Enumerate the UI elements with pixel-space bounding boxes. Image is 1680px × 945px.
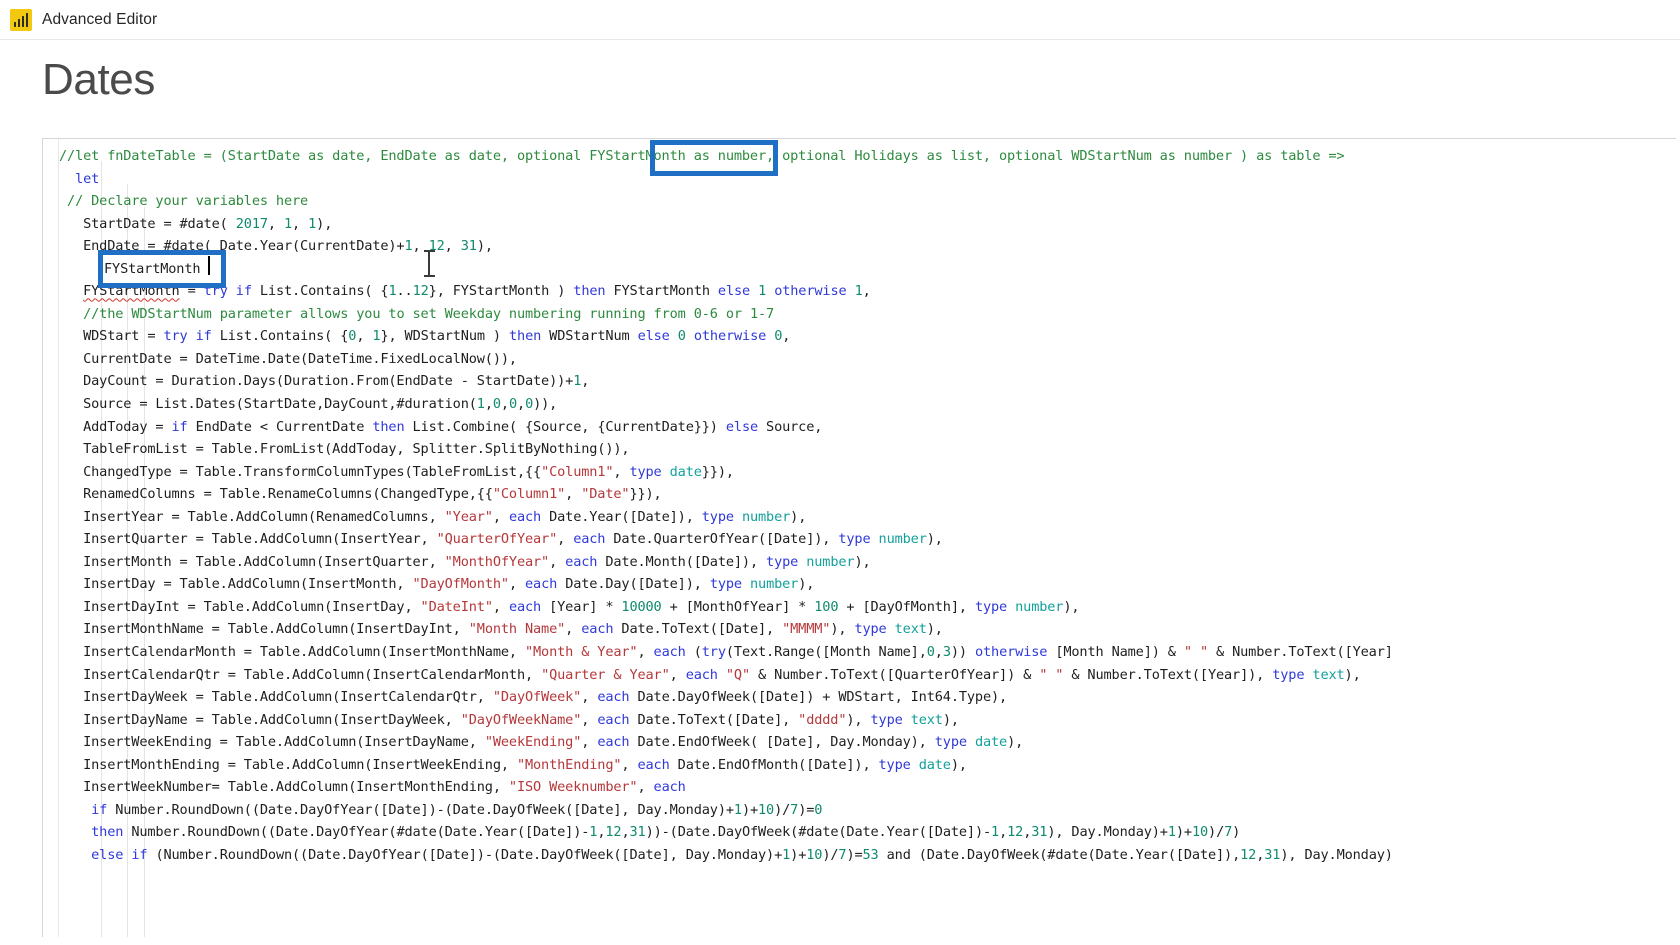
code-line: //let fnDateTable = (StartDate as date, …: [59, 148, 1345, 164]
code-line: FYStartMonth = try if List.Contains( {1.…: [83, 283, 871, 300]
code-line: then Number.RoundDown((Date.DayOfYear(#d…: [91, 824, 1241, 841]
code-text-area[interactable]: //let fnDateTable = (StartDate as date, …: [59, 139, 1680, 945]
powerbi-icon: [10, 8, 32, 31]
code-line: InsertWeekEnding = Table.AddColumn(Inser…: [59, 734, 1024, 751]
window-titlebar: Advanced Editor: [0, 0, 1680, 40]
code-line: InsertMonthEnding = Table.AddColumn(Inse…: [59, 756, 967, 773]
code-line: InsertYear = Table.AddColumn(RenamedColu…: [59, 508, 807, 525]
code-line: WDStart = try if List.Contains( {0, 1}, …: [59, 328, 791, 345]
code-line: TableFromList = Table.FromList(AddToday,…: [59, 441, 630, 458]
code-line: InsertCalendarMonth = Table.AddColumn(In…: [59, 644, 1393, 661]
code-line: else if (Number.RoundDown((Date.DayOfYea…: [91, 846, 1393, 863]
code-line: if Number.RoundDown((Date.DayOfYear([Dat…: [91, 801, 823, 818]
code-line: //the WDStartNum parameter allows you to…: [83, 305, 775, 322]
mouse-ibeam-cursor: [422, 248, 436, 278]
code-line: InsertDay = Table.AddColumn(InsertMonth,…: [59, 576, 815, 593]
code-line: // Declare your variables here: [67, 193, 309, 210]
code-content[interactable]: //let fnDateTable = (StartDate as date, …: [59, 145, 1680, 867]
editor-right-clip: [1676, 138, 1680, 945]
code-line: InsertDayInt = Table.AddColumn(InsertDay…: [59, 598, 1080, 615]
advanced-editor-window: Advanced Editor Dates //let fnDateTable …: [0, 0, 1680, 945]
code-line: InsertWeekNumber= Table.AddColumn(Insert…: [59, 779, 686, 796]
window-bottom-edge: [0, 937, 1680, 945]
code-line: InsertMonth = Table.AddColumn(InsertQuar…: [59, 553, 871, 570]
code-line: InsertDayName = Table.AddColumn(InsertDa…: [59, 711, 959, 728]
code-line: InsertQuarter = Table.AddColumn(InsertYe…: [59, 531, 943, 548]
code-line: DayCount = Duration.Days(Duration.From(E…: [59, 373, 590, 390]
code-line: RenamedColumns = Table.RenameColumns(Cha…: [59, 486, 662, 503]
code-line: Source = List.Dates(StartDate,DayCount,#…: [59, 396, 558, 413]
text-caret: [208, 256, 210, 275]
code-line: StartDate = #date( 2017, 1, 1),: [59, 215, 333, 232]
window-title: Advanced Editor: [42, 10, 158, 28]
code-line: ChangedType = Table.TransformColumnTypes…: [59, 463, 734, 480]
code-line: CurrentDate = DateTime.Date(DateTime.Fix…: [59, 350, 517, 367]
editor-gutter: [43, 139, 59, 945]
code-line: InsertDayWeek = Table.AddColumn(InsertCa…: [59, 689, 1008, 706]
code-line: InsertMonthName = Table.AddColumn(Insert…: [59, 621, 943, 638]
code-line: let: [75, 170, 100, 187]
page-title: Dates: [42, 55, 155, 104]
code-line: AddToday = if EndDate < CurrentDate then…: [59, 418, 823, 435]
code-line: EndDate = #date( Date.Year(CurrentDate)+…: [59, 238, 493, 255]
fystartmonth-entry-text: FYStartMonth: [104, 261, 201, 277]
code-line: InsertCalendarQtr = Table.AddColumn(Inse…: [59, 666, 1361, 683]
code-editor[interactable]: //let fnDateTable = (StartDate as date, …: [42, 138, 1680, 945]
